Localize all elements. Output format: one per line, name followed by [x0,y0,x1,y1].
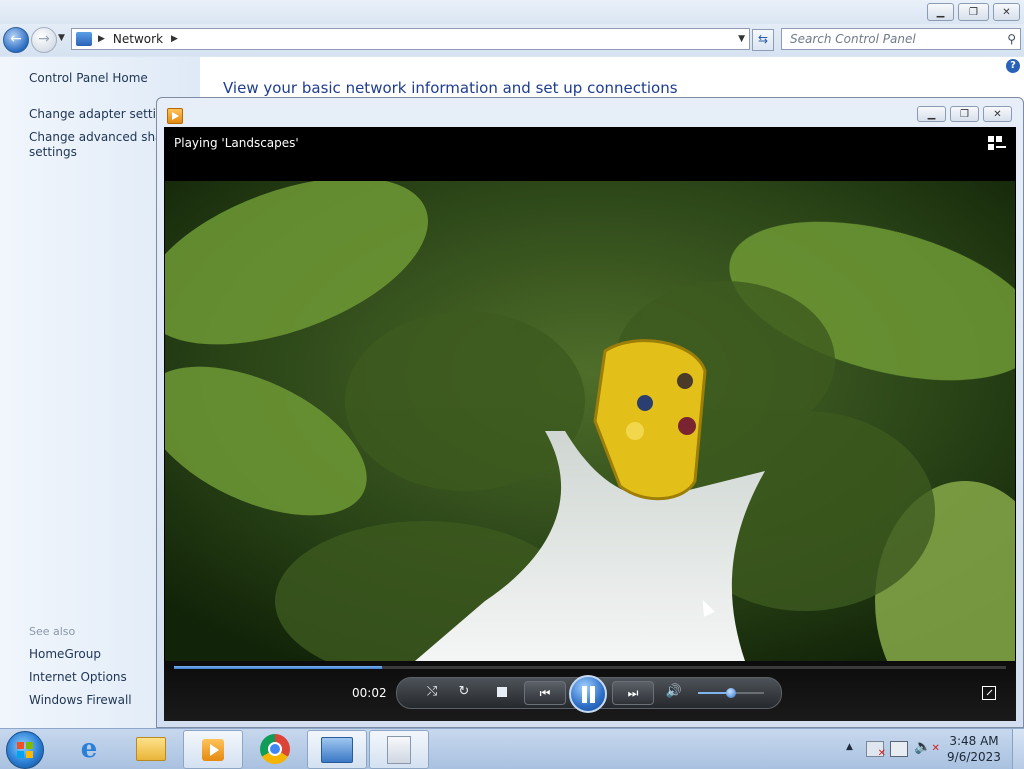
address-bar[interactable]: ▶ Network ▶ ▼ [71,28,750,50]
pause-button[interactable] [569,675,607,713]
internet-explorer-icon: e [80,733,98,764]
help-icon[interactable]: ? [1006,59,1020,73]
internet-options-link[interactable]: Internet Options [29,670,127,684]
player-minimize-button[interactable]: ▁ [917,106,946,122]
address-toolbar: ← → ▼ ▶ Network ▶ ▼ ⇆ Search Control Pan… [0,24,1024,56]
control-panel-icon [321,736,353,763]
address-dropdown-icon[interactable]: ▼ [738,34,745,44]
notepad-icon [387,735,411,764]
forward-button[interactable]: → [31,27,57,53]
now-playing-title: Playing 'Landscapes' [174,136,299,150]
action-center-icon[interactable]: ✕ [866,741,886,759]
taskbar: e ▲ ✕ 🔈✕ 3:48 AM 9/6/2023 [0,728,1024,769]
seek-bar-progress [174,666,382,669]
previous-button[interactable]: ⏮ [524,681,566,705]
clock-time: 3:48 AM [949,734,999,748]
network-location-icon [76,32,92,46]
homegroup-link[interactable]: HomeGroup [29,647,101,661]
control-panel-titlebar: ▁ ❐ ✕ [0,0,1024,24]
refresh-button[interactable]: ⇆ [752,29,774,51]
breadcrumb-network[interactable]: Network [113,32,163,46]
taskbar-notepad[interactable] [369,730,429,769]
switch-to-now-playing-icon[interactable] [982,686,996,700]
breadcrumb-chevron-icon[interactable]: ▶ [171,34,178,44]
volume-knob[interactable] [726,688,736,698]
volume-muted-icon[interactable]: 🔈✕ [914,739,940,755]
switch-to-library-icon[interactable] [988,136,1006,152]
taskbar-google-chrome[interactable] [246,730,304,767]
taskbar-windows-explorer[interactable] [122,730,180,767]
breadcrumb-separator-icon: ▶ [98,34,105,44]
playback-controls: 00:02 ⤭ ↻ ⏮ ⏭ 🔊 [164,661,1016,721]
taskbar-internet-explorer[interactable]: e [60,730,118,767]
player-maximize-button[interactable]: ❐ [950,106,979,122]
maximize-button[interactable]: ❐ [958,3,989,21]
page-heading: View your basic network information and … [223,79,678,97]
shuffle-button[interactable]: ⤭ [420,682,444,702]
back-button[interactable]: ← [3,27,29,53]
show-desktop-button[interactable] [1012,729,1024,769]
video-scene [165,181,1015,661]
recent-pages-dropdown[interactable]: ▼ [58,33,65,43]
player-canvas: Playing 'Landscapes' 00:02 ⤭ ↻ ⏮ ⏭ 🔊 [164,127,1016,721]
mute-button[interactable]: 🔊 [662,682,686,702]
search-input[interactable]: Search Control Panel [790,32,916,46]
system-clock[interactable]: 3:48 AM 9/6/2023 [944,733,1004,765]
windows-firewall-link[interactable]: Windows Firewall [29,693,132,707]
volume-slider[interactable] [698,688,764,698]
search-box[interactable]: Search Control Panel ⚲ [781,28,1021,50]
folder-icon [136,736,166,761]
stop-button[interactable] [497,687,507,697]
chrome-icon [260,733,290,764]
time-elapsed: 00:02 [352,686,387,700]
repeat-button[interactable]: ↻ [452,682,476,702]
minimize-button[interactable]: ▁ [927,3,954,21]
clock-date: 9/6/2023 [947,750,1001,764]
network-icon[interactable] [890,741,908,757]
start-button[interactable] [6,731,44,769]
see-also-heading: See also [29,625,76,638]
control-panel-home-link[interactable]: Control Panel Home [29,71,148,85]
taskbar-control-panel[interactable] [307,730,367,769]
video-frame[interactable] [165,181,1015,661]
next-button[interactable]: ⏭ [612,681,654,705]
show-hidden-icons-button[interactable]: ▲ [846,742,853,752]
seek-bar[interactable] [174,666,1006,669]
media-player-app-icon [167,108,183,124]
taskbar-windows-media-player[interactable] [183,730,243,769]
media-player-icon [202,738,224,761]
player-close-button[interactable]: ✕ [983,106,1012,122]
close-button[interactable]: ✕ [993,3,1020,21]
search-icon[interactable]: ⚲ [1007,32,1016,46]
media-player-window[interactable]: ▁ ❐ ✕ Playing 'Landscapes' 00:02 ⤭ ↻ ⏮ ⏭… [156,97,1024,728]
